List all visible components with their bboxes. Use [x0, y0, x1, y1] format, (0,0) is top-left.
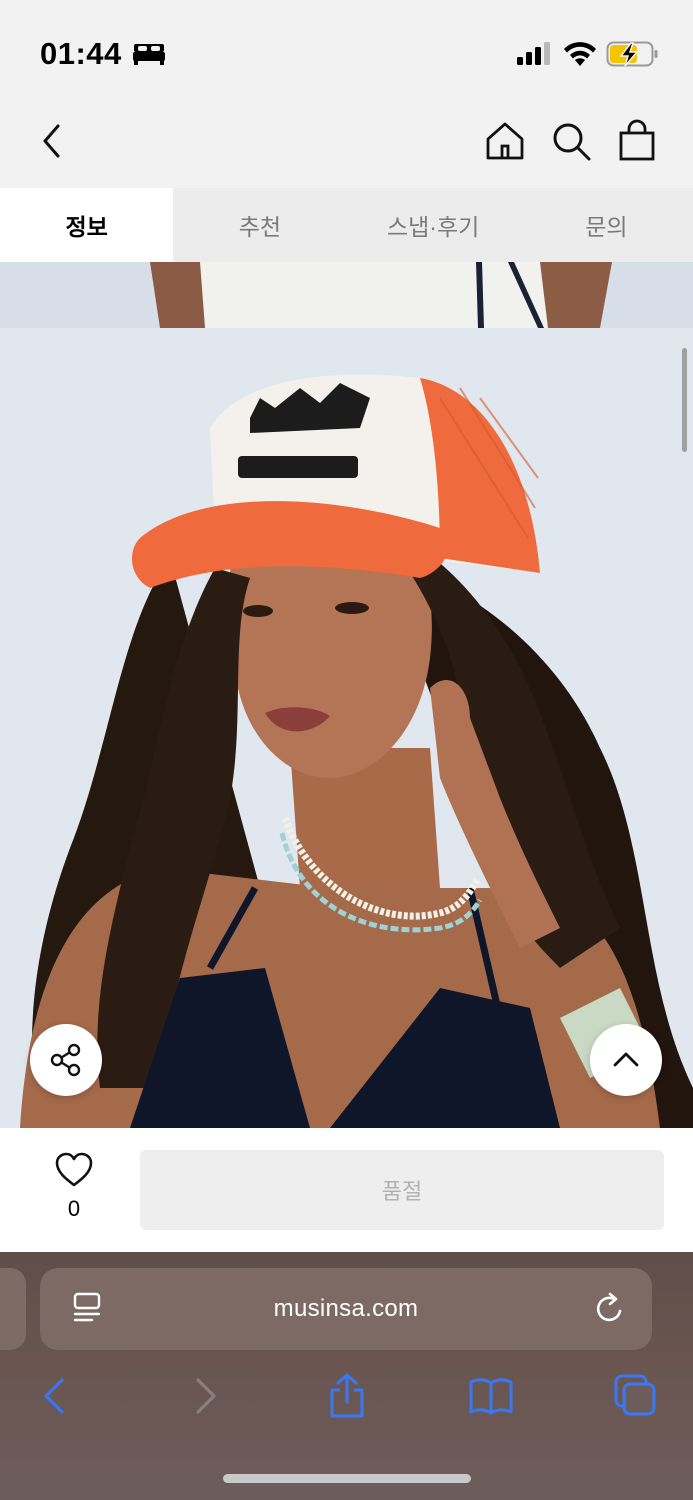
wifi-icon	[564, 42, 596, 66]
home-icon[interactable]	[484, 120, 526, 162]
browser-bottom-bar: musinsa.com	[0, 1252, 693, 1500]
product-image-area	[0, 262, 693, 1128]
status-bar: 01:44	[0, 0, 693, 100]
tab-info[interactable]: 정보	[0, 188, 174, 262]
forward-icon[interactable]	[182, 1372, 228, 1420]
tabs-icon[interactable]	[612, 1372, 658, 1420]
scroll-top-chevron-icon	[613, 1052, 639, 1067]
tab-snap-reviews[interactable]: 스냅·후기	[347, 188, 520, 262]
battery-charging-icon	[606, 41, 658, 67]
purchase-action-bar: 0 품절	[0, 1128, 693, 1252]
tab-inquiry[interactable]: 문의	[520, 188, 693, 262]
tab-recommend[interactable]: 추천	[173, 188, 346, 262]
address-bar[interactable]: musinsa.com	[40, 1268, 652, 1350]
cellular-signal-icon	[517, 42, 550, 65]
home-indicator	[223, 1474, 471, 1483]
bed-icon	[133, 44, 165, 65]
scroll-indicator	[682, 348, 687, 452]
back-chevron-icon[interactable]	[34, 120, 72, 162]
previous-tab-peek[interactable]	[0, 1268, 26, 1350]
heart-icon[interactable]	[54, 1152, 94, 1188]
status-time: 01:44	[40, 36, 122, 71]
reload-icon[interactable]	[594, 1292, 626, 1326]
share-sheet-icon[interactable]	[324, 1372, 370, 1420]
soldout-button[interactable]: 품절	[140, 1150, 664, 1230]
scroll-top-button[interactable]	[590, 1024, 662, 1096]
product-photo-main	[0, 328, 693, 1128]
share-icon	[50, 1043, 81, 1077]
back-icon[interactable]	[32, 1372, 78, 1420]
bookmarks-icon[interactable]	[468, 1372, 514, 1420]
url-text: musinsa.com	[273, 1295, 419, 1322]
product-tabs: 정보 추천 스냅·후기 문의	[0, 188, 693, 262]
product-photo-previous	[0, 262, 693, 328]
share-button[interactable]	[30, 1024, 102, 1096]
shopping-bag-icon[interactable]	[616, 118, 658, 162]
search-icon[interactable]	[550, 120, 592, 162]
navigation-bar	[0, 100, 693, 188]
like-count: 0	[67, 1196, 81, 1221]
